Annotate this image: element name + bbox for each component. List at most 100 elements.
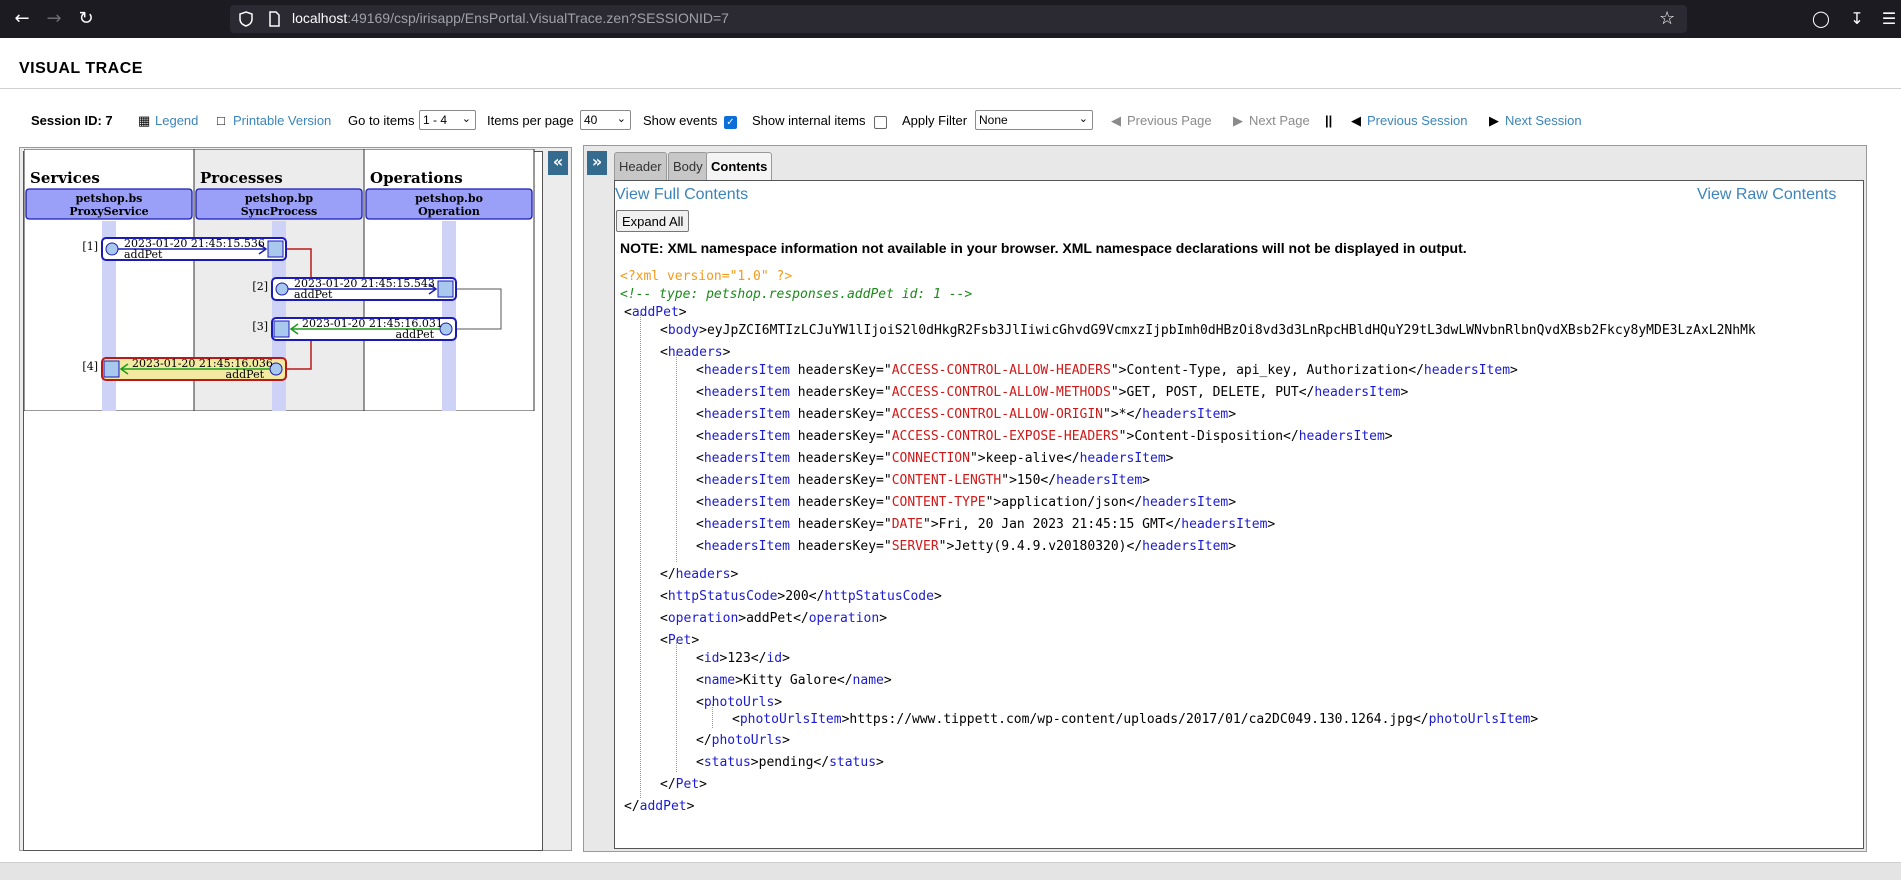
xml-status-line[interactable]: <status>pending</status> [696, 754, 884, 772]
xml-open-photo-urls[interactable]: <photoUrls> [696, 694, 782, 712]
xml-body-line[interactable]: <body>eyJpZCI6MTIzLCJuYW1lIjoiS2l0dHkgR2… [660, 322, 1838, 340]
apply-filter-select[interactable]: None ⌄ [975, 110, 1093, 130]
bookmark-star-icon[interactable]: ☆ [1659, 8, 1675, 29]
legend-link[interactable]: Legend [155, 113, 198, 128]
expand-all-button[interactable]: Expand All [616, 210, 690, 232]
header-key: DATE [891, 517, 923, 532]
chevron-down-icon: ⌄ [461, 113, 471, 125]
tracking-shield-icon[interactable] [236, 9, 256, 29]
xml-header-item[interactable]: <headersItem headersKey="CONNECTION">kee… [696, 450, 1173, 468]
contents-area [614, 180, 1864, 849]
previous-session-link[interactable]: Previous Session [1367, 113, 1467, 128]
expand-panel-button[interactable]: » [587, 151, 607, 175]
trace-host-class: ProxyService [69, 205, 148, 218]
trace-message-name: addPet [124, 248, 163, 261]
xml-header-item[interactable]: <headersItem headersKey="ACCESS-CONTROL-… [696, 428, 1393, 446]
header-key: ACCESS-CONTROL-EXPOSE-HEADERS [891, 429, 1119, 444]
page-info-icon[interactable] [264, 9, 284, 29]
xml-photo-url-line[interactable]: <photoUrlsItem>https://www.tippett.com/w… [732, 711, 1538, 729]
collapse-panel-button[interactable]: « [548, 151, 568, 175]
xml-name-line[interactable]: <name>Kitty Galore</name> [696, 672, 892, 690]
indent-guide [640, 314, 641, 798]
xml-status-code-line[interactable]: <httpStatusCode>200</httpStatusCode> [660, 588, 942, 606]
xml-header-item[interactable]: <headersItem headersKey="ACCESS-CONTROL-… [696, 384, 1408, 402]
header-key: CONTENT-LENGTH [891, 473, 1002, 488]
show-internal-label: Show internal items [752, 113, 866, 128]
title-divider [0, 88, 1901, 89]
xml-declaration: <?xml version="1.0" ?> [620, 269, 793, 284]
trace-end-marker [103, 360, 120, 378]
pocket-icon[interactable]: ◯ [1810, 8, 1832, 30]
header-value: * [1118, 407, 1127, 422]
downloads-icon[interactable]: ↧ [1846, 8, 1868, 30]
tab-body[interactable]: Body [668, 152, 708, 180]
view-raw-contents-link[interactable]: View Raw Contents [1697, 186, 1836, 204]
legend-icon[interactable]: ▦ [138, 113, 150, 129]
header-value: GET, POST, DELETE, PUT [1126, 385, 1299, 400]
status-bar [0, 862, 1901, 880]
trace-message-index: [4] [82, 360, 98, 373]
trace-column-heading: Operations [370, 169, 463, 187]
xml-header-item[interactable]: <headersItem headersKey="CONTENT-LENGTH"… [696, 472, 1150, 490]
xml-header-item[interactable]: <headersItem headersKey="DATE">Fri, 20 J… [696, 516, 1275, 534]
header-value: application/json [1001, 495, 1127, 510]
header-value: Fri, 20 Jan 2023 21:45:15 GMT [938, 517, 1166, 532]
reload-icon[interactable]: ↻ [74, 7, 98, 31]
previous-session-icon[interactable]: ◀ [1351, 113, 1361, 129]
indent-guide [676, 642, 677, 772]
forward-arrow-icon[interactable]: → [42, 7, 66, 31]
printable-icon[interactable]: □ [217, 113, 225, 128]
menu-icon[interactable]: ☰ [1878, 8, 1900, 30]
trace-diagram: Services petshop.bsProxyService Processes p… [24, 149, 535, 411]
next-session-link[interactable]: Next Session [1505, 113, 1582, 128]
show-events-checkbox[interactable]: ✓ [724, 116, 737, 129]
xml-id-line[interactable]: <id>123</id> [696, 650, 790, 668]
xml-header-item[interactable]: <headersItem headersKey="ACCESS-CONTROL-… [696, 362, 1518, 380]
xml-operation-line[interactable]: <operation>addPet</operation> [660, 610, 887, 628]
toolbar-separator: || [1325, 113, 1333, 128]
trace-column-heading: Services [30, 169, 100, 187]
items-per-page-select[interactable]: 40 ⌄ [580, 110, 631, 130]
url-text[interactable]: localhost:49169/csp/irisapp/EnsPortal.Vi… [292, 10, 729, 26]
goto-items-select[interactable]: 1 - 4 ⌄ [419, 110, 476, 130]
xml-open-root[interactable]: <addPet> [624, 304, 687, 322]
header-value: Content-Type, api_key, Authorization [1126, 363, 1409, 378]
items-per-page-label: Items per page [487, 113, 574, 128]
show-internal-checkbox[interactable] [874, 116, 887, 129]
xml-comment: <!-- type: petshop.responses.addPet id: … [620, 287, 973, 302]
xml-close-pet: </Pet> [660, 777, 707, 792]
header-value: 150 [1016, 473, 1041, 488]
apply-filter-label: Apply Filter [902, 113, 968, 128]
tab-header[interactable]: Header [614, 152, 667, 180]
goto-items-label: Go to items [348, 113, 415, 128]
previous-page-link[interactable]: Previous Page [1127, 113, 1212, 128]
next-session-icon[interactable]: ▶ [1489, 113, 1499, 129]
next-page-link[interactable]: Next Page [1249, 113, 1310, 128]
view-full-contents-link[interactable]: View Full Contents [615, 186, 748, 204]
trace-message-index: [2] [252, 280, 268, 293]
next-page-icon[interactable]: ▶ [1233, 113, 1243, 129]
trace-message-index: [3] [252, 320, 268, 333]
tab-contents[interactable]: Contents [706, 152, 773, 182]
indent-guide [676, 354, 677, 562]
trace-host-class: Operation [418, 205, 480, 218]
trace-message-name: addPet [294, 288, 333, 301]
trace-end-marker [273, 320, 290, 338]
trace-message-name: addPet [226, 368, 265, 381]
trace-host-name: petshop.bo [415, 192, 483, 205]
xml-header-item[interactable]: <headersItem headersKey="SERVER">Jetty(9… [696, 538, 1236, 556]
header-key: CONNECTION [891, 451, 970, 466]
xml-open-headers[interactable]: <headers> [660, 344, 730, 362]
header-value: Content-Disposition [1134, 429, 1284, 444]
trace-toolbar: Session ID: 7 ▦ Legend □ Printable Versi… [0, 110, 1901, 134]
xml-open-pet[interactable]: <Pet> [660, 632, 699, 650]
xml-header-item[interactable]: <headersItem headersKey="CONTENT-TYPE">a… [696, 494, 1236, 512]
xml-close-headers: </headers> [660, 567, 739, 582]
xml-header-item[interactable]: <headersItem headersKey="ACCESS-CONTROL-… [696, 406, 1236, 424]
trace-host-name: petshop.bp [245, 192, 314, 205]
show-events-label: Show events [643, 113, 718, 128]
previous-page-icon[interactable]: ◀ [1111, 113, 1121, 129]
back-arrow-icon[interactable]: ← [10, 7, 34, 31]
header-key: CONTENT-TYPE [891, 495, 986, 510]
printable-version-link[interactable]: Printable Version [233, 113, 331, 128]
